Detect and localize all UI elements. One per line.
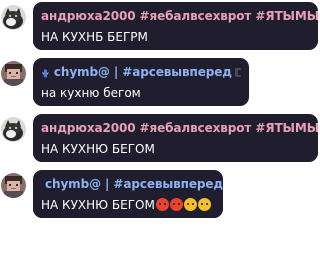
chat-message: chymb@ | #арсевывперед НА КУХНЮ БЕГОМ: [0, 170, 320, 230]
message-bubble: chymb@ | #арсевывперед НА КУХНЮ БЕГОМ: [33, 170, 223, 218]
message-text: НА КУХНЮ БЕГОМ: [41, 197, 215, 213]
face-with-steam-icon: [183, 198, 197, 211]
pixel-avatar-icon[interactable]: [1, 61, 26, 86]
message-header: андрюха2000 #яебалвсехврот #ЯТЫМЫА...: [41, 118, 318, 138]
message-bubble: chymb@ | #арсевывперед на кухню бегом: [33, 58, 249, 106]
chat-message: андрюха2000 #яебалвсехврот #ЯТЫМЫА... НА…: [0, 114, 320, 174]
author-name[interactable]: chymb@ | #арсевывперед: [45, 174, 223, 194]
author-name[interactable]: андрюха2000 #яебалвсехврот #ЯТЫМЫА...: [41, 6, 318, 26]
chat-thread: андрюха2000 #яебалвсехврот #ЯТЫМЫА... НА…: [0, 0, 320, 272]
cat-avatar-icon[interactable]: [1, 117, 26, 142]
message-bubble: андрюха2000 #яебалвсехврот #ЯТЫМЫА... НА…: [33, 114, 318, 162]
pixel-avatar-icon[interactable]: [1, 173, 26, 198]
angry-face-icon: [169, 198, 183, 211]
angry-face-icon: [155, 198, 169, 211]
author-name[interactable]: андрюха2000 #яебалвсехврот #ЯТЫМЫА...: [41, 118, 318, 138]
message-text: на кухню бегом: [41, 86, 141, 100]
author-name[interactable]: chymb@ | #арсевывперед: [54, 62, 232, 82]
ruler-emoji-icon: [41, 68, 49, 77]
badge-icon: [234, 67, 241, 77]
message-text: НА КУХНБ БЕГРМ: [41, 30, 148, 44]
chat-message: андрюха2000 #яебалвсехврот #ЯТЫМЫА... НА…: [0, 2, 320, 62]
message-header: андрюха2000 #яебалвсехврот #ЯТЫМЫА...: [41, 6, 318, 26]
cat-avatar-icon[interactable]: [1, 5, 26, 30]
message-header: chymb@ | #арсевывперед: [41, 62, 241, 82]
face-with-steam-icon: [197, 198, 211, 211]
message-bubble: андрюха2000 #яебалвсехврот #ЯТЫМЫА... НА…: [33, 2, 318, 50]
emoji-group: [155, 198, 211, 211]
message-text-content: НА КУХНЮ БЕГОМ: [41, 198, 155, 212]
chat-message: chymb@ | #арсевывперед на кухню бегом: [0, 58, 320, 118]
message-header: chymb@ | #арсевывперед: [41, 174, 223, 194]
message-text: НА КУХНЮ БЕГОМ: [41, 142, 155, 156]
